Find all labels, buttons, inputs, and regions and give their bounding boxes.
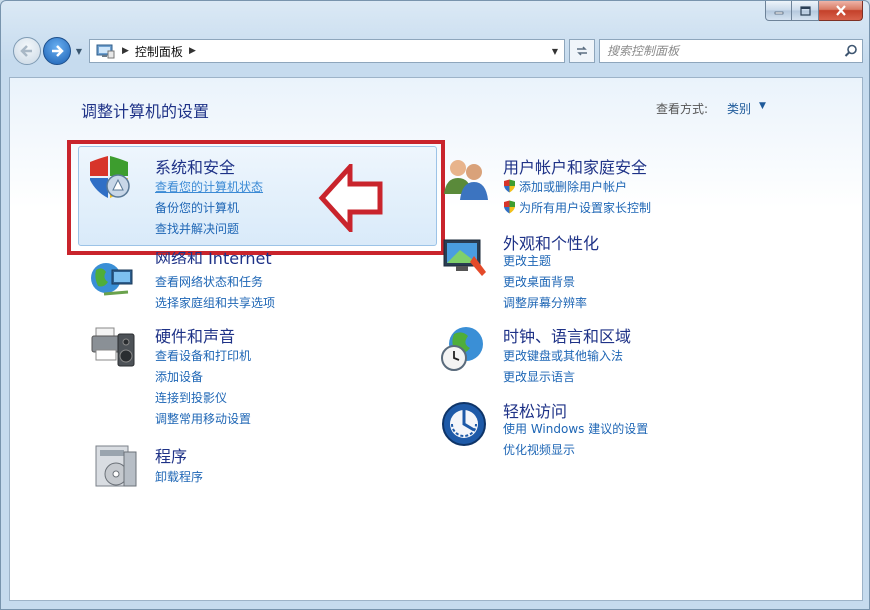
search-icon [844, 44, 857, 57]
link-keyboard-input[interactable]: 更改键盘或其他输入法 [503, 347, 623, 364]
link-add-device[interactable]: 添加设备 [155, 368, 203, 385]
printer-speaker-icon[interactable] [90, 322, 138, 370]
link-desktop-background[interactable]: 更改桌面背景 [503, 273, 575, 290]
navigation-bar: ▼ ▶ 控制面板 ▶ ▼ [9, 31, 863, 71]
monitor-paint-icon[interactable] [440, 232, 488, 280]
recent-pages-dropdown[interactable]: ▼ [73, 47, 85, 56]
uac-shield-icon [504, 179, 515, 193]
address-dropdown-button[interactable]: ▼ [546, 40, 564, 62]
address-path[interactable]: 控制面板 [135, 43, 183, 60]
network-globe-icon[interactable] [88, 256, 136, 304]
category-title-hardware-sound[interactable]: 硬件和声音 [155, 323, 235, 347]
search-box[interactable] [599, 39, 863, 63]
control-panel-icon [96, 44, 115, 59]
link-uninstall-program[interactable]: 卸载程序 [155, 468, 203, 485]
link-homegroup[interactable]: 选择家庭组和共享选项 [155, 294, 275, 311]
maximize-icon [799, 5, 811, 16]
link-backup-computer[interactable]: 备份您的计算机 [155, 199, 239, 216]
link-devices-printers[interactable]: 查看设备和打印机 [155, 347, 251, 364]
close-button[interactable] [819, 1, 863, 21]
view-by-label: 查看方式: [656, 102, 709, 116]
ease-of-access-icon[interactable] [440, 400, 488, 448]
forward-button[interactable] [43, 37, 71, 65]
link-optimize-visual-display[interactable]: 优化视频显示 [503, 441, 575, 458]
programs-icon[interactable] [92, 442, 140, 490]
link-troubleshoot[interactable]: 查找并解决问题 [155, 220, 239, 237]
back-arrow-icon [20, 45, 32, 57]
globe-clock-icon[interactable] [440, 324, 488, 372]
refresh-button[interactable] [569, 39, 595, 63]
back-button[interactable] [13, 37, 41, 65]
link-label[interactable]: 为所有用户设置家长控制 [519, 201, 651, 215]
view-by-dropdown[interactable]: 类别 [727, 100, 751, 117]
link-view-computer-status[interactable]: 查看您的计算机状态 [155, 178, 263, 195]
uac-shield-icon [504, 200, 515, 214]
search-button[interactable] [840, 44, 862, 58]
link-windows-recommended-settings[interactable]: 使用 Windows 建议的设置 [503, 420, 648, 437]
chevron-right-icon[interactable]: ▶ [189, 46, 196, 56]
link-parental-controls[interactable]: 为所有用户设置家长控制 [503, 199, 651, 216]
category-title-programs[interactable]: 程序 [155, 443, 187, 467]
maximize-button[interactable] [792, 1, 819, 21]
link-change-theme[interactable]: 更改主题 [503, 252, 551, 269]
link-label[interactable]: 添加或删除用户帐户 [519, 180, 627, 194]
category-title-user-accounts[interactable]: 用户帐户和家庭安全 [503, 154, 647, 178]
chevron-right-icon: ▶ [122, 46, 129, 56]
page-title: 调整计算机的设置 [81, 102, 210, 121]
category-title-appearance[interactable]: 外观和个性化 [503, 230, 599, 254]
chevron-down-icon[interactable]: ▼ [759, 101, 766, 111]
link-connect-projector[interactable]: 连接到投影仪 [155, 389, 227, 406]
control-panel-window: ▼ ▶ 控制面板 ▶ ▼ [0, 0, 870, 610]
minimize-button[interactable] [765, 1, 792, 21]
caption-buttons [765, 1, 863, 22]
close-icon [835, 5, 846, 16]
users-icon[interactable] [442, 154, 490, 202]
link-display-language[interactable]: 更改显示语言 [503, 368, 575, 385]
shield-icon[interactable] [86, 154, 134, 202]
category-title-clock-language[interactable]: 时钟、语言和区域 [503, 323, 631, 347]
red-arrow-left-icon [318, 164, 383, 232]
address-bar[interactable]: ▶ 控制面板 ▶ ▼ [89, 39, 565, 63]
refresh-icon [577, 46, 587, 56]
link-network-status[interactable]: 查看网络状态和任务 [155, 273, 263, 290]
link-add-remove-accounts[interactable]: 添加或删除用户帐户 [503, 178, 627, 195]
category-title-system-security[interactable]: 系统和安全 [155, 154, 235, 178]
category-title-ease-of-access[interactable]: 轻松访问 [503, 398, 567, 422]
forward-arrow-icon [52, 45, 64, 57]
link-mobility-settings[interactable]: 调整常用移动设置 [155, 410, 251, 427]
link-screen-resolution[interactable]: 调整屏幕分辨率 [503, 294, 587, 311]
category-title-network[interactable]: 网络和 Internet [155, 252, 272, 264]
minimize-icon [774, 11, 783, 14]
search-input[interactable] [600, 41, 840, 61]
